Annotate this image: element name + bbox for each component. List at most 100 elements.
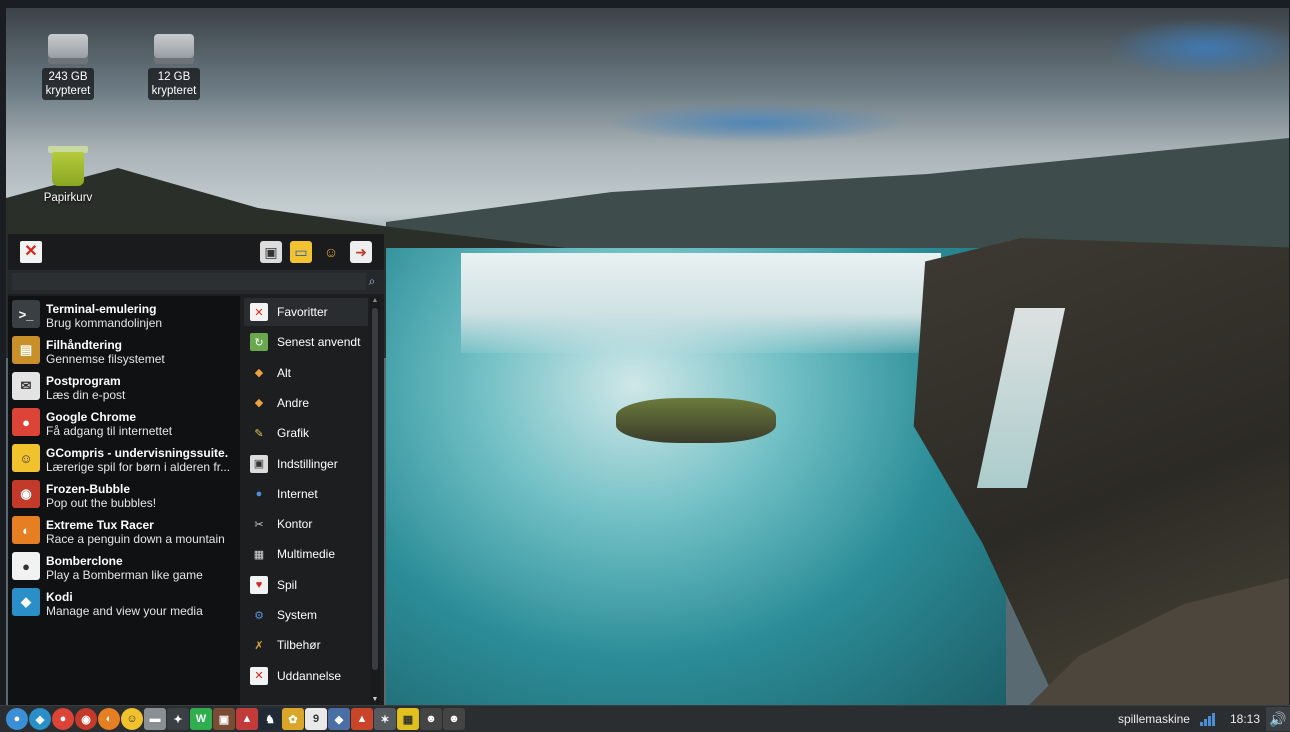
category-item[interactable]: ✎ Grafik bbox=[244, 419, 368, 447]
category-item[interactable]: ✕ Favoritter bbox=[244, 298, 368, 326]
app-item[interactable]: ◉ Frozen-Bubble Pop out the bubbles! bbox=[8, 476, 240, 512]
system-tray: spillemaskine 18:13 🔊 bbox=[1118, 706, 1290, 732]
app-title: GCompris - undervisningssuite. bbox=[46, 446, 229, 460]
category-label: Spil bbox=[277, 577, 298, 592]
games-icon: ♥ bbox=[250, 575, 268, 594]
game-launcher-icon-11[interactable]: ✶ bbox=[374, 708, 396, 730]
office-icon: ✂ bbox=[254, 518, 264, 531]
app-title: Bomberclone bbox=[46, 554, 123, 568]
desktop-drive-243gb[interactable]: 243 GB krypteret bbox=[36, 34, 100, 100]
tux-racer-launcher-icon[interactable]: ◐ bbox=[98, 708, 120, 730]
app-item[interactable]: ◐ Extreme Tux Racer Race a penguin down a … bbox=[8, 512, 240, 548]
game-launcher-icon-10[interactable]: ▲ bbox=[351, 708, 373, 730]
app-item[interactable]: ☺ GCompris - undervisningssuite. Lærerige … bbox=[8, 440, 240, 476]
scroll-up-icon[interactable]: ▲ bbox=[370, 296, 380, 306]
education-icon: ✕ bbox=[250, 666, 268, 685]
display-icon[interactable]: ▭ bbox=[290, 241, 312, 263]
users-icon[interactable]: ☺ bbox=[320, 241, 342, 263]
app-subtitle: Play a Bomberman like game bbox=[46, 568, 203, 582]
scroll-down-icon[interactable]: ▼ bbox=[370, 695, 380, 705]
volume-icon[interactable]: 🔊 bbox=[1266, 707, 1290, 731]
frozen-bubble-launcher-icon[interactable]: ◉ bbox=[75, 708, 97, 730]
game-launcher-icon-1[interactable]: ▬ bbox=[144, 708, 166, 730]
game-launcher-icon-3[interactable]: W bbox=[190, 708, 212, 730]
search-bar: ⌕ bbox=[8, 270, 384, 294]
category-item[interactable]: ● Internet bbox=[244, 480, 368, 508]
category-label: Senest anvendt bbox=[277, 335, 361, 350]
app-subtitle: Pop out the bubbles! bbox=[46, 496, 157, 510]
moss-island bbox=[616, 398, 776, 443]
mail-icon: ✉ bbox=[12, 372, 40, 400]
search-input[interactable] bbox=[12, 273, 366, 290]
category-item[interactable]: ⚙ System bbox=[244, 601, 368, 629]
app-subtitle: Brug kommandolinjen bbox=[46, 316, 163, 330]
category-label: Grafik bbox=[277, 426, 310, 441]
category-item[interactable]: ✕ Uddannelse bbox=[244, 662, 368, 690]
category-label: Alt bbox=[277, 365, 292, 380]
app-subtitle: Gennemse filsystemet bbox=[46, 352, 165, 366]
search-icon[interactable]: ⌕ bbox=[364, 273, 380, 289]
game-launcher-icon-8[interactable]: 9 bbox=[305, 708, 327, 730]
category-list: ✕ Favoritter ↻ Senest anvendt ◆ Alt ◆ Andre ✎ Gra… bbox=[244, 296, 370, 705]
multimedia-icon: ▦ bbox=[253, 548, 265, 561]
game-launcher-icon-9[interactable]: ◆ bbox=[328, 708, 350, 730]
file-manager-icon: ▤ bbox=[12, 336, 40, 364]
tux-racer-icon: ◐ bbox=[12, 516, 40, 544]
close-menu-button[interactable]: ✕ bbox=[20, 241, 42, 263]
app-title: Postprogram bbox=[46, 374, 121, 388]
waterfall bbox=[461, 253, 941, 353]
app-subtitle: Race a penguin down a mountain bbox=[46, 532, 225, 546]
desktop-trash[interactable]: Papirkurv bbox=[36, 144, 100, 204]
favorite-apps-list: >_ Terminal-emulering Brug kommandolinjen ▤… bbox=[8, 296, 240, 705]
app-title: Filhåndtering bbox=[46, 338, 122, 352]
category-item[interactable]: ◆ Andre bbox=[244, 389, 368, 417]
app-item[interactable]: ● Google Chrome Få adgang til internettet bbox=[8, 404, 240, 440]
category-label: Favoritter bbox=[277, 305, 328, 319]
app-title: Kodi bbox=[46, 590, 73, 604]
category-label: Kontor bbox=[277, 517, 313, 532]
category-item[interactable]: ✗ Tilbehør bbox=[244, 631, 368, 659]
game-launcher-icon-4[interactable]: ▣ bbox=[213, 708, 235, 730]
category-label: Andre bbox=[277, 395, 310, 410]
desktop-icon-label: Papirkurv bbox=[43, 192, 93, 204]
app-item[interactable]: ● Bomberclone Play a Bomberman like game bbox=[8, 548, 240, 584]
menu-launcher-icon[interactable]: ● bbox=[6, 708, 28, 730]
app-item[interactable]: ▤ Filhåndtering Gennemse filsystemet bbox=[8, 332, 240, 368]
category-label: Multimedie bbox=[277, 547, 336, 562]
chrome-icon: ● bbox=[12, 408, 40, 436]
scroll-thumb[interactable] bbox=[372, 308, 378, 670]
clock[interactable]: 18:13 bbox=[1230, 712, 1260, 726]
app-item[interactable]: ✉ Postprogram Læs din e-post bbox=[8, 368, 240, 404]
category-scrollbar[interactable]: ▲ ▼ bbox=[370, 296, 380, 705]
game-launcher-icon-7[interactable]: ✿ bbox=[282, 708, 304, 730]
desktop-drive-12gb[interactable]: 12 GB krypteret bbox=[142, 34, 206, 100]
app-item[interactable]: >_ Terminal-emulering Brug kommandolinjen bbox=[8, 296, 240, 332]
category-item[interactable]: ▣ Indstillinger bbox=[244, 450, 368, 478]
logout-icon[interactable]: ➜ bbox=[350, 241, 372, 263]
recent-icon: ↻ bbox=[250, 333, 268, 352]
kodi-launcher-icon[interactable]: ◆ bbox=[29, 708, 51, 730]
game-launcher-icon-5[interactable]: ▲ bbox=[236, 708, 258, 730]
category-item[interactable]: ↻ Senest anvendt bbox=[244, 328, 368, 356]
category-item[interactable]: ◆ Alt bbox=[244, 359, 368, 387]
app-item[interactable]: ◆ Kodi Manage and view your media bbox=[8, 584, 240, 620]
settings-icon[interactable]: ▣ bbox=[260, 241, 282, 263]
gcompris-launcher-icon[interactable]: ☺ bbox=[121, 708, 143, 730]
category-item[interactable]: ✂ Kontor bbox=[244, 510, 368, 538]
app-subtitle: Lærerige spil for børn i alderen fr... bbox=[46, 460, 231, 474]
app-title: Extreme Tux Racer bbox=[46, 518, 154, 532]
network-icon[interactable] bbox=[1199, 712, 1216, 726]
game-launcher-icon-6[interactable]: ♞ bbox=[259, 708, 281, 730]
game-launcher-icon-12[interactable]: ▦ bbox=[397, 708, 419, 730]
tux-launcher-icon-1[interactable]: ☻ bbox=[420, 708, 442, 730]
chrome-launcher-icon[interactable]: ● bbox=[52, 708, 74, 730]
app-subtitle: Få adgang til internettet bbox=[46, 424, 173, 438]
graphics-icon: ✎ bbox=[254, 427, 264, 440]
drive-icon bbox=[154, 34, 194, 64]
tux-launcher-icon-2[interactable]: ☻ bbox=[443, 708, 465, 730]
all-icon: ◆ bbox=[254, 367, 264, 380]
game-launcher-icon-2[interactable]: ✦ bbox=[167, 708, 189, 730]
category-item[interactable]: ♥ Spil bbox=[244, 571, 368, 599]
category-item[interactable]: ▦ Multimedie bbox=[244, 540, 368, 568]
category-label: System bbox=[277, 608, 318, 622]
